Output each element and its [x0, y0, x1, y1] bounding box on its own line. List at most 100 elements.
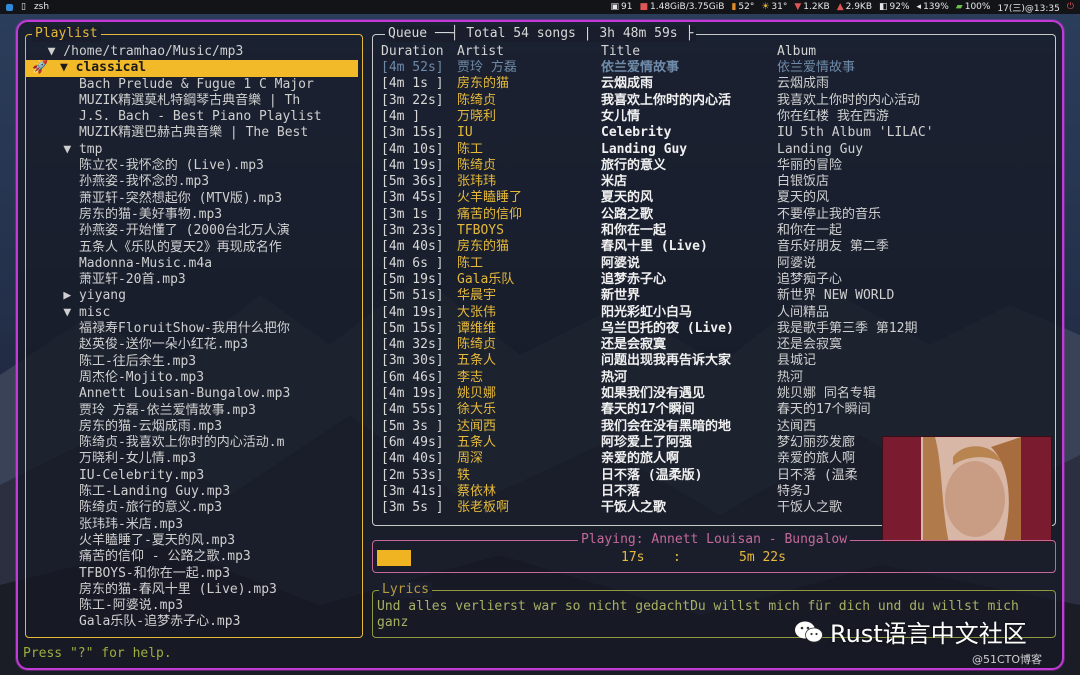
watermark-sub: @51CTO博客 — [972, 653, 1043, 666]
playlist-row[interactable]: 万晓利-女儿情.mp3 — [32, 451, 358, 467]
queue-row[interactable]: [5m 51s] 华晨宇 新世界 新世界 NEW WORLD — [381, 288, 1049, 304]
queue-artist: 姚贝娜 — [457, 386, 497, 401]
queue-title: 旅行的意义 — [601, 157, 667, 173]
playlist-row[interactable]: TFBOYS-和你在一起.mp3 — [32, 566, 358, 582]
upload-arrow-icon: ▼ — [794, 2, 802, 12]
app-menu-icon[interactable] — [6, 3, 13, 11]
queue-artist: 房东的猫 — [457, 76, 510, 92]
playlist-row[interactable]: Madonna-Music.m4a — [32, 256, 358, 272]
playlist-row[interactable]: 陈绮贞-我喜欢上你时的内心活动.m — [32, 435, 358, 451]
playlist-row[interactable]: 陈立农-我怀念的 (Live).mp3 — [32, 158, 358, 174]
queue-album: 阿婆说 — [777, 255, 817, 271]
playlist-row[interactable]: 萧亚轩-20首.mp3 — [32, 272, 358, 288]
queue-row[interactable]: [4m 10s] 陈工 Landing Guy Landing Guy — [381, 142, 1049, 158]
queue-title: 依兰爱情故事 — [601, 60, 680, 75]
queue-title: 新世界 — [601, 288, 641, 304]
queue-artist: 蔡依林 — [457, 483, 497, 499]
progress-bar[interactable] — [377, 550, 411, 566]
playlist-row[interactable]: ▼ tmp — [32, 142, 358, 158]
playlist-row[interactable]: 火羊瞌睡了-夏天的风.mp3 — [32, 533, 358, 549]
playlist-row[interactable]: 陈绮贞-旅行的意义.mp3 — [32, 500, 358, 516]
playlist-row[interactable]: 贾玲 方磊-依兰爱情故事.mp3 — [32, 403, 358, 419]
queue-artist: 李志 — [457, 369, 484, 385]
queue-row[interactable]: [4m 1s ] 房东的猫 云烟成雨 云烟成雨 — [381, 76, 1049, 92]
playlist-row[interactable]: 陈工-往后余生.mp3 — [32, 354, 358, 370]
playlist-row[interactable]: ▶ yiyang — [32, 288, 358, 304]
queue-album: 华丽的冒险 — [777, 157, 843, 173]
queue-duration: [3m 30s] — [381, 353, 444, 369]
playlist-row[interactable]: J.S. Bach - Best Piano Playlist — [32, 109, 358, 125]
queue-title: 我喜欢上你时的内心活 — [601, 92, 732, 108]
queue-album: 音乐好朋友 第二季 — [777, 239, 889, 255]
queue-row[interactable]: [3m 1s ] 痛苦的信仰 公路之歌 不要停止我的音乐 — [381, 207, 1049, 223]
queue-duration: [4m 40s] — [381, 451, 444, 467]
playlist-row[interactable]: Bach Prelude & Fugue 1 C Major — [32, 77, 358, 93]
playlist-row[interactable]: Gala乐队-追梦赤子心.mp3 — [32, 614, 358, 630]
playlist-row[interactable]: Annett Louisan-Bungalow.mp3 — [32, 386, 358, 402]
playlist-row[interactable]: MUZIK精選巴赫古典音樂 | The Best — [32, 125, 358, 141]
queue-row[interactable]: [6m 46s] 李志 热河 热河 — [381, 370, 1049, 386]
queue-duration: [2m 53s] — [381, 467, 444, 483]
header-artist[interactable]: Artist — [457, 44, 601, 60]
playlist-row[interactable]: ▼ misc — [32, 305, 358, 321]
playlist-tree[interactable]: ▼ /home/tramhao/Music/mp3 🚀 ▼ classical Ba… — [26, 44, 358, 631]
playlist-row[interactable]: 萧亚轩-突然想起你 (MTV版).mp3 — [32, 191, 358, 207]
queue-title: Queue ──┤ Total 54 songs | 3h 48m 59s ├ — [385, 26, 697, 42]
playlist-row[interactable]: ▼ /home/tramhao/Music/mp3 — [32, 44, 358, 60]
power-icon[interactable]: ⏻ — [1067, 2, 1074, 12]
queue-title: 干饭人之歌 — [601, 500, 667, 516]
playlist-row[interactable]: MUZIK精選莫札特鋼琴古典音樂 | Th — [32, 93, 358, 109]
queue-title: 云烟成雨 — [601, 76, 654, 92]
queue-duration: [3m 15s] — [381, 125, 444, 141]
playlist-row[interactable]: 赵英俊-送你一朵小红花.mp3 — [32, 337, 358, 353]
queue-row[interactable]: [3m 23s] TFBOYS 和你在一起 和你在一起 — [381, 223, 1049, 239]
playlist-row[interactable]: 陈工-Landing Guy.mp3 — [32, 484, 358, 500]
queue-row[interactable]: [4m ] 万晓利 女儿情 你在红楼 我在西游 — [381, 109, 1049, 125]
queue-title: 夏天的风 — [601, 190, 654, 206]
playlist-row[interactable]: 房东的猫-春风十里 (Live).mp3 — [32, 582, 358, 598]
playlist-row[interactable]: 房东的猫-美好事物.mp3 — [32, 207, 358, 223]
queue-duration: [4m ] — [381, 108, 421, 124]
queue-row[interactable]: [4m 19s] 姚贝娜 如果我们没有遇见 姚贝娜 同名专辑 — [381, 386, 1049, 402]
playlist-row[interactable]: 福禄寿FloruitShow-我用什么把你 — [32, 321, 358, 337]
queue-row[interactable]: [4m 32s] 陈绮贞 还是会寂寞 还是会寂寞 — [381, 337, 1049, 353]
queue-row[interactable]: [4m 6s ] 陈工 阿婆说 阿婆说 — [381, 256, 1049, 272]
terminal-label[interactable]: zsh — [34, 2, 49, 12]
queue-artist: 万晓利 — [457, 108, 497, 124]
volume-indicator[interactable]: ◂ 139% — [917, 2, 949, 12]
playlist-row-selected[interactable]: 🚀 ▼ classical — [26, 60, 358, 77]
playlist-row[interactable]: IU-Celebrity.mp3 — [32, 468, 358, 484]
header-title[interactable]: Title — [601, 44, 777, 60]
window-icon[interactable]: ▯ — [21, 2, 26, 12]
queue-row[interactable]: [4m 55s] 徐大乐 春天的17个瞬间 春天的17个瞬间 — [381, 402, 1049, 418]
playlist-row[interactable]: 孙燕姿-开始懂了 (2000台北万人演 — [32, 223, 358, 239]
playlist-row[interactable]: 房东的猫-云烟成雨.mp3 — [32, 419, 358, 435]
queue-row[interactable]: [3m 45s] 火羊瞌睡了 夏天的风 夏天的风 — [381, 190, 1049, 206]
queue-row[interactable]: [4m 19s] 陈绮贞 旅行的意义 华丽的冒险 — [381, 158, 1049, 174]
queue-row[interactable]: [4m 40s] 房东的猫 春风十里 (Live) 音乐好朋友 第二季 — [381, 239, 1049, 255]
playlist-row[interactable]: 痛苦的信仰 - 公路之歌.mp3 — [32, 549, 358, 565]
queue-row[interactable]: [5m 36s] 张玮玮 米店 白银饭店 — [381, 174, 1049, 190]
time-separator: : — [673, 550, 681, 565]
playlist-row[interactable]: 陈工-阿婆说.mp3 — [32, 598, 358, 614]
queue-row[interactable]: [5m 15s] 谭维维 乌兰巴托的夜 (Live) 我是歌手第三季 第12期 — [381, 321, 1049, 337]
queue-row[interactable]: [5m 19s] Gala乐队 追梦赤子心 追梦痴子心 — [381, 272, 1049, 288]
queue-title: 问题出现我再告诉大家 — [601, 353, 732, 369]
queue-row[interactable]: [5m 3s ] 达闻西 我们会在没有黑暗的地 达闻西 — [381, 419, 1049, 435]
queue-artist: 陈绮贞 — [457, 337, 497, 353]
header-album[interactable]: Album — [777, 44, 1049, 60]
queue-album: 不要停止我的音乐 — [777, 206, 882, 222]
playlist-row[interactable]: 孙燕姿-我怀念的.mp3 — [32, 174, 358, 190]
queue-row[interactable]: [3m 30s] 五条人 问题出现我再告诉大家 县城记 — [381, 353, 1049, 369]
queue-artist: 陈绮贞 — [457, 157, 497, 173]
queue-album: 春天的17个瞬间 — [777, 402, 871, 418]
queue-title: 阿婆说 — [601, 255, 641, 271]
header-duration[interactable]: Duration — [381, 44, 457, 60]
queue-row[interactable]: 🚀[4m 52s] 贾玲 方磊 依兰爱情故事 依兰爱情故事 — [381, 60, 1049, 76]
playlist-row[interactable]: 张玮玮-米店.mp3 — [32, 517, 358, 533]
playlist-row[interactable]: 周杰伦-Mojito.mp3 — [32, 370, 358, 386]
queue-row[interactable]: [4m 19s] 大张伟 阳光彩虹小白马 人间精品 — [381, 305, 1049, 321]
queue-row[interactable]: [3m 15s] IU Celebrity IU 5th Album 'LILAC' — [381, 125, 1049, 141]
queue-row[interactable]: [3m 22s] 陈绮贞 我喜欢上你时的内心活 我喜欢上你时的内心活动 — [381, 93, 1049, 109]
playlist-row[interactable]: 五条人《乐队的夏天2》再现成名作 — [32, 240, 358, 256]
